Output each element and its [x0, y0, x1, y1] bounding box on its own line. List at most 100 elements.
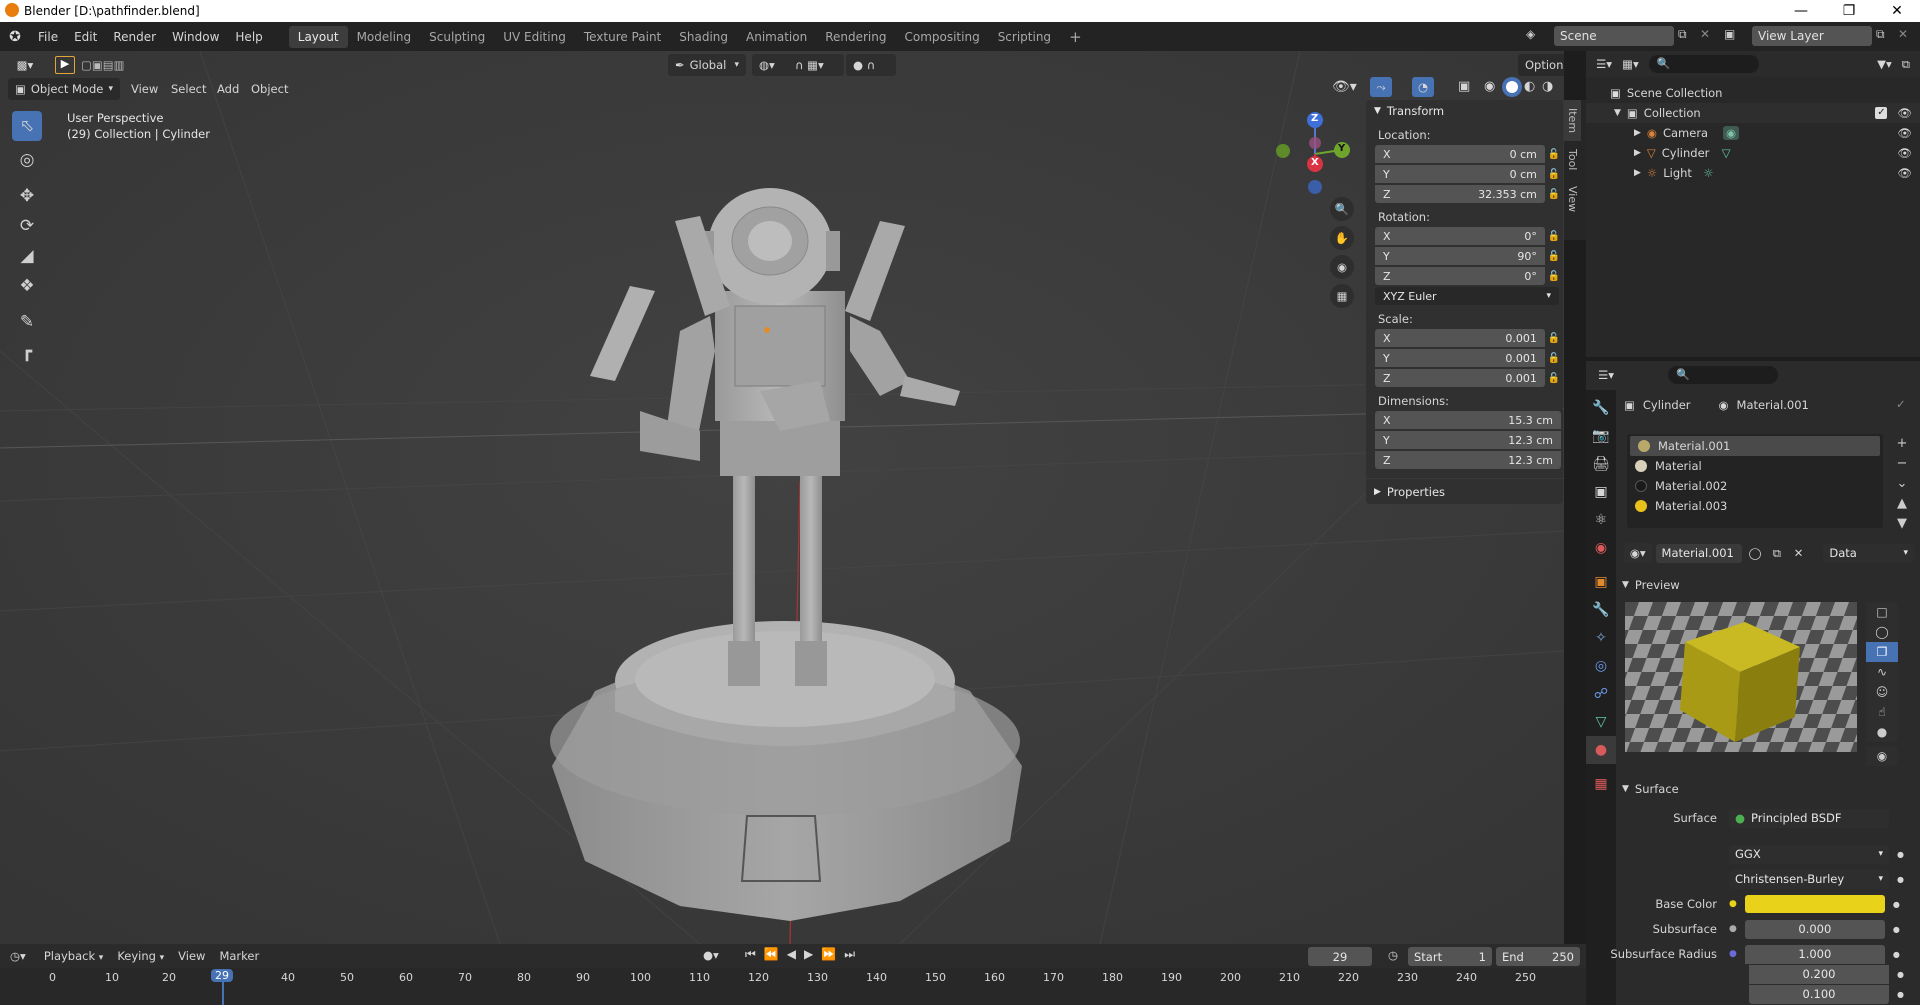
blender-menu-icon[interactable]: ✪ — [0, 29, 30, 45]
material-tab-icon[interactable]: ● — [1586, 736, 1616, 764]
start-frame-field[interactable]: Start 1 — [1408, 947, 1492, 966]
select-box-icon[interactable]: ▶ — [55, 56, 75, 74]
distribution-dropdown[interactable]: GGX ▾ — [1729, 844, 1889, 864]
object-data-tab-icon[interactable]: ▽ — [1586, 708, 1616, 736]
constraints-tab-icon[interactable]: ☍ — [1586, 680, 1616, 708]
new-view-layer-icon[interactable]: ⧉ — [1876, 27, 1885, 42]
rotation-mode-dropdown[interactable]: XYZ Euler ▾ — [1375, 287, 1559, 305]
options-dropdown[interactable]: Options▾ — [1518, 54, 1564, 76]
base-color-swatch[interactable] — [1744, 895, 1885, 913]
playback-menu[interactable]: Playback ▾ — [38, 949, 110, 963]
gizmo-toggle-icon[interactable]: ⤳ — [1370, 77, 1392, 97]
3d-viewport[interactable]: ▩▾ ▶ ▢▣▤▥ ✒ Global ▾ ◍▾ ∩ ▦▾ ● ∩ Options… — [0, 51, 1564, 944]
preview-header[interactable]: ▼ Preview — [1622, 575, 1680, 595]
lock-icon[interactable]: 🔓 — [1545, 333, 1563, 344]
scale-y-field[interactable]: Y 0.001 — [1375, 349, 1545, 367]
preview-world-icon[interactable]: ◉ — [1866, 746, 1898, 766]
editor-type-button[interactable]: ▩▾ — [8, 54, 42, 76]
tool-settings-tab-icon[interactable]: 🔧 — [1586, 394, 1616, 422]
end-frame-field[interactable]: End 250 — [1496, 947, 1580, 966]
remove-view-layer-icon[interactable]: ✕ — [1898, 27, 1908, 41]
move-slot-up-button[interactable]: ▲ — [1892, 494, 1912, 514]
modifiers-tab-icon[interactable]: 🔧 — [1586, 596, 1616, 624]
menu-render[interactable]: Render — [105, 30, 164, 44]
subsurface-radius-z-field[interactable]: 0.100 — [1749, 984, 1889, 1004]
tab-tool[interactable]: Tool — [1564, 141, 1581, 178]
visibility-icon[interactable]: 👁▾ — [1332, 79, 1357, 95]
outliner-editor-type-icon[interactable]: ☰▾ — [1596, 57, 1612, 71]
tab-layout[interactable]: Layout — [288, 25, 348, 48]
view-layer-icon[interactable]: ▣ — [1724, 27, 1735, 41]
add-workspace-icon[interactable]: + — [1060, 26, 1091, 48]
add-slot-button[interactable]: + — [1892, 434, 1912, 454]
pivot-dropdown[interactable]: ◍▾ — [752, 54, 792, 76]
surface-header[interactable]: ▼ Surface — [1622, 779, 1679, 799]
preview-fluid-icon[interactable]: ● — [1866, 722, 1898, 742]
play-reverse-icon[interactable]: ◀ — [787, 947, 796, 962]
browse-material-icon[interactable]: ◉▾ — [1624, 543, 1652, 563]
proportional-editing-toggle[interactable]: ● ∩ — [846, 54, 896, 76]
display-mode-icon[interactable]: ▦▾ — [1622, 57, 1639, 71]
menu-add[interactable]: Add — [217, 82, 239, 96]
lock-icon[interactable]: 🔓 — [1545, 353, 1563, 364]
keyframe-dot[interactable]: ● — [1897, 970, 1904, 979]
scene-collection-row[interactable]: ▣ Scene Collection — [1586, 83, 1920, 103]
texture-tab-icon[interactable]: ▦ — [1586, 770, 1616, 798]
preview-sphere-icon[interactable]: ◯ — [1866, 622, 1898, 642]
play-icon[interactable]: ▶ — [804, 947, 813, 962]
measure-tool[interactable]: ┏ — [12, 337, 42, 367]
exclude-checkbox[interactable]: ✓ — [1875, 107, 1888, 119]
subsurface-field[interactable]: 0.000 — [1744, 919, 1885, 939]
unlink-material-icon[interactable]: ✕ — [1790, 546, 1808, 560]
world-tab-icon[interactable]: ◉ — [1586, 534, 1616, 562]
keying-menu[interactable]: Keying ▾ — [111, 949, 170, 963]
outliner-search-field[interactable]: 🔍 — [1648, 55, 1759, 73]
jump-keyframe-forward-icon[interactable]: ⏩ — [821, 947, 836, 962]
object-mode-dropdown[interactable]: ▣ Object Mode ▾ — [8, 78, 120, 100]
rotate-tool[interactable]: ⟳ — [12, 211, 42, 241]
preview-range-icon[interactable]: ◷ — [1388, 948, 1398, 962]
properties-search-field[interactable]: 🔍 — [1668, 366, 1779, 384]
scale-z-field[interactable]: Z 0.001 — [1375, 369, 1545, 387]
eye-icon[interactable]: 👁 — [1897, 166, 1912, 180]
outliner-camera-row[interactable]: ▶ ◉ Camera ◉ 👁 — [1586, 123, 1920, 143]
current-frame-marker[interactable]: 29 — [211, 969, 233, 982]
material-name-field[interactable]: Material.001 — [1655, 543, 1743, 563]
location-x-field[interactable]: X0 cm — [1375, 145, 1545, 163]
perspective-toggle-icon[interactable]: ▦ — [1330, 284, 1354, 308]
pin-icon[interactable]: ✓ — [1896, 397, 1906, 411]
tab-uv-editing[interactable]: UV Editing — [494, 26, 575, 48]
timeline-ruler[interactable]: 0 10 20 29 40 50 60 70 80 90 100 110 120… — [0, 968, 1586, 1005]
auto-keying-toggle[interactable]: ●▾ — [703, 948, 719, 962]
menu-edit[interactable]: Edit — [66, 30, 105, 44]
expand-collection-icon[interactable]: ▼ — [1614, 108, 1621, 118]
maximize-button[interactable]: ❐ — [1826, 0, 1872, 22]
tab-shading[interactable]: Shading — [670, 26, 737, 48]
tab-modeling[interactable]: Modeling — [348, 26, 421, 48]
outliner-cylinder-row[interactable]: ▶ ▽ Cylinder ▽ 👁 — [1586, 143, 1920, 163]
dimensions-y-field[interactable]: Y 12.3 cm — [1375, 431, 1561, 449]
location-z-field[interactable]: Z 32.353 cm — [1375, 185, 1545, 203]
solid-shading-icon[interactable] — [1502, 77, 1522, 97]
move-tool[interactable]: ✥ — [12, 181, 42, 211]
collection-row[interactable]: ▼ ▣ Collection ✓ 👁 — [1586, 103, 1920, 123]
menu-file[interactable]: File — [30, 30, 66, 44]
subsurface-radius-y-field[interactable]: 0.200 — [1749, 964, 1889, 984]
camera-view-icon[interactable]: ◉ — [1330, 255, 1354, 279]
lock-icon[interactable]: 🔓 — [1545, 189, 1563, 200]
jump-start-icon[interactable]: ⏮ — [745, 947, 756, 962]
jump-end-icon[interactable]: ⏭ — [844, 947, 855, 962]
dimensions-z-field[interactable]: Z 12.3 cm — [1375, 451, 1561, 469]
mode-new-icon[interactable]: ▢▣▤▥ — [81, 58, 124, 72]
preview-cube-icon[interactable]: ❐ — [1866, 642, 1898, 662]
rendered-shading-icon[interactable]: ◑ — [1542, 79, 1553, 94]
menu-object[interactable]: Object — [251, 82, 288, 96]
properties-subpanel-header[interactable]: ▶ Properties — [1366, 478, 1563, 504]
cursor-tool[interactable]: ◎ — [12, 145, 42, 175]
render-tab-icon[interactable]: 📷 — [1586, 422, 1616, 450]
remove-scene-icon[interactable]: ✕ — [1700, 27, 1710, 41]
xray-toggle-icon[interactable]: ▣ — [1458, 79, 1470, 94]
socket-icon[interactable]: ● — [1729, 924, 1737, 934]
surface-shader-field[interactable]: ● Principled BSDF — [1729, 808, 1889, 828]
timeline-view-menu[interactable]: View — [172, 949, 211, 963]
